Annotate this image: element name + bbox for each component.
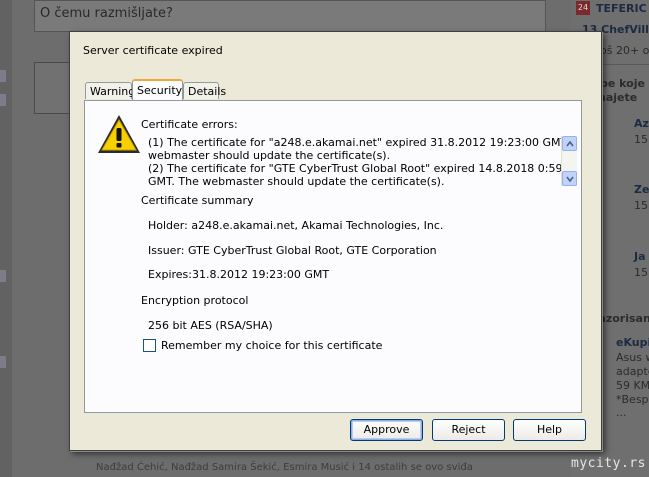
certificate-errors-heading: Certificate errors: — [141, 118, 238, 131]
tab-details[interactable]: Details — [183, 82, 226, 99]
left-marker — [0, 70, 6, 82]
errors-scrollbar[interactable] — [561, 136, 577, 186]
remember-choice-label[interactable]: Remember my choice for this certificate — [161, 339, 382, 352]
sidebar-item-date: 15 — [634, 266, 648, 279]
calendar-icon: 24 — [576, 1, 590, 15]
likes-text: Nađžad Ćehić, Nađžad Samira Šekić, Esmir… — [96, 462, 473, 473]
dialog-title: Server certificate expired — [83, 44, 223, 57]
sidebar-ad-text: *Bespl — [616, 393, 649, 406]
error-line: GMT. The webmaster should update the cer… — [148, 175, 445, 188]
certificate-issuer: Issuer: GTE CyberTrust Global Root, GTE … — [148, 244, 437, 257]
scroll-up-button[interactable] — [562, 136, 577, 151]
sidebar-item-date: 15 — [634, 199, 648, 212]
sidebar-event-title[interactable]: TEFERIC T — [596, 2, 649, 15]
sidebar-item[interactable]: Az — [634, 117, 649, 130]
sidebar-ad-title[interactable]: eKupi — [616, 336, 649, 349]
sidebar-item-date: 15 — [634, 133, 648, 146]
encryption-heading: Encryption protocol — [141, 294, 249, 307]
certificate-errors-list[interactable]: (1) The certificate for "a248.e.akamai.n… — [148, 136, 576, 188]
remember-choice-checkbox[interactable] — [143, 339, 156, 352]
certificate-dialog: Server certificate expired Warning Secur… — [69, 31, 602, 451]
tab-security[interactable]: Security — [132, 79, 183, 100]
reject-button[interactable]: Reject — [432, 419, 505, 441]
chevron-up-icon — [566, 141, 574, 147]
error-line: (2) The certificate for "GTE CyberTrust … — [148, 162, 576, 175]
sidebar-ad-text: 59 KM — [616, 379, 649, 392]
left-marker — [0, 356, 6, 368]
sidebar-ad-text: Asus w — [616, 351, 649, 364]
tab-warning[interactable]: Warning — [85, 82, 135, 99]
left-marker — [0, 270, 6, 282]
sidebar-heading: nzorisan — [598, 312, 649, 325]
left-marker — [0, 94, 6, 106]
sidebar-text: oš 20+ os — [600, 44, 649, 57]
sidebar-heading: najete — [598, 91, 638, 104]
certificate-expires: Expires:31.8.2012 19:23:00 GMT — [148, 268, 330, 281]
chevron-down-icon — [566, 176, 574, 182]
sidebar-ad-text: ... — [616, 406, 627, 419]
status-post-placeholder: O čemu razmišljate? — [40, 6, 173, 21]
sidebar-ad-text: adapte — [616, 365, 649, 378]
sidebar-heading: be koje n — [600, 77, 649, 90]
warning-icon — [98, 115, 140, 153]
security-panel: Certificate errors: (1) The certificate … — [84, 100, 582, 413]
help-button[interactable]: Help — [513, 419, 586, 441]
encryption-value: 256 bit AES (RSA/SHA) — [148, 319, 273, 332]
certificate-summary-heading: Certificate summary — [141, 194, 254, 207]
error-line: webmaster should update the certificate(… — [148, 149, 391, 162]
sidebar-item[interactable]: Ja — [634, 250, 646, 263]
error-line: (1) The certificate for "a248.e.akamai.n… — [148, 136, 576, 149]
scroll-down-button[interactable] — [562, 171, 577, 186]
sidebar-item[interactable]: Ze — [634, 183, 649, 196]
certificate-holder: Holder: a248.e.akamai.net, Akamai Techno… — [148, 219, 444, 232]
watermark: mycity.rs — [571, 456, 646, 471]
approve-button[interactable]: Approve — [350, 419, 423, 441]
